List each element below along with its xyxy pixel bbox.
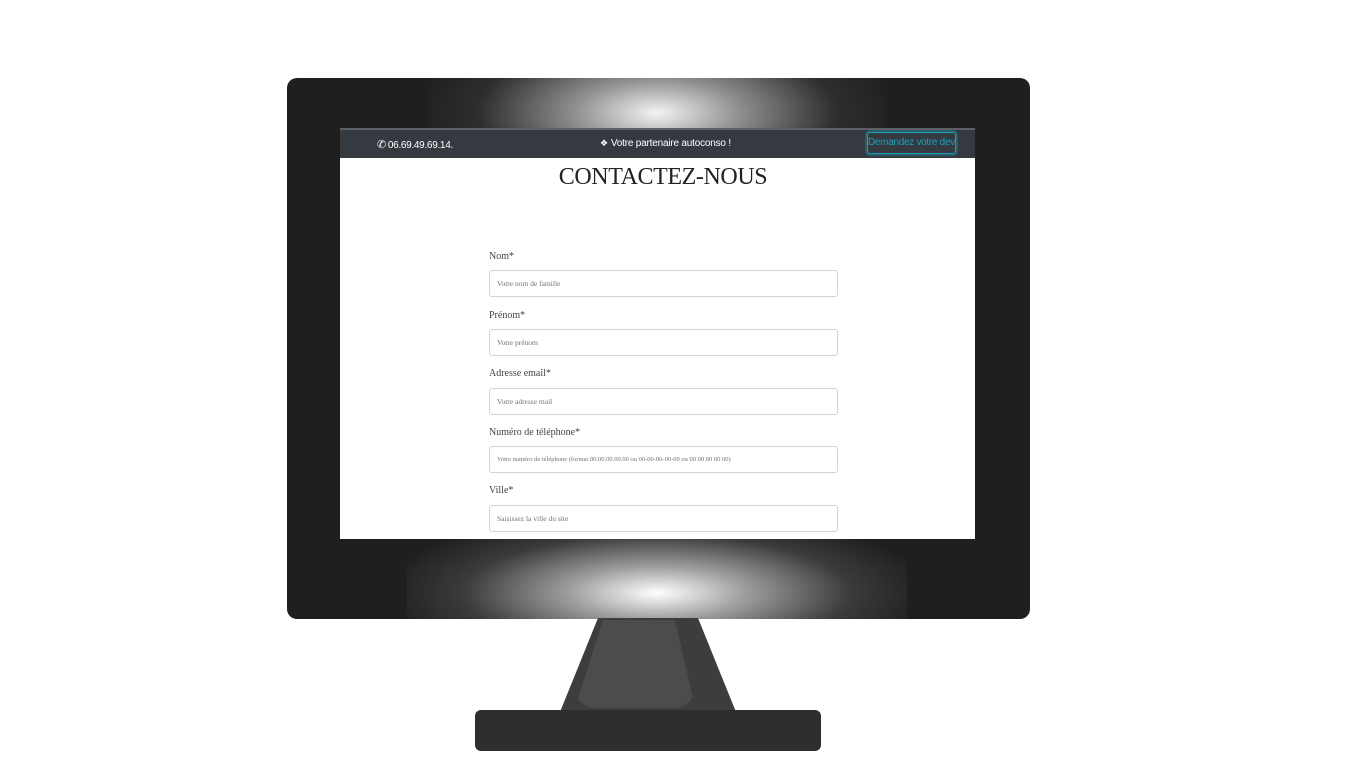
email-label: Adresse email* [489,368,551,379]
ville-input[interactable] [489,505,838,532]
monitor-stand-base [475,710,821,751]
partner-text: Votre partenaire autoconso ! [610,138,731,149]
nom-label: Nom* [489,251,514,262]
telephone-label: Numéro de téléphone* [489,427,581,438]
nom-input[interactable] [489,270,838,297]
phone-number: 06.69.49.69.14. [387,140,453,151]
screen: ✆ 06.69.49.69.14. ❖ Votre partenaire autoc… [340,128,975,539]
handshake-icon: ❖ [600,138,608,148]
phone-contact[interactable]: ✆ 06.69.49.69.14. [377,138,453,151]
phone-icon: ✆ [377,139,386,151]
request-quote-button[interactable]: Demandez votre devis [867,132,956,154]
top-bar: ✆ 06.69.49.69.14. ❖ Votre partenaire autoc… [340,128,975,158]
prenom-input[interactable] [489,329,838,356]
email-input[interactable] [489,388,838,415]
prenom-label: Prénom* [489,310,526,321]
partner-tagline: ❖ Votre partenaire autoconso ! [600,138,731,149]
ville-label: Ville* [489,485,514,496]
page-title: CONTACTEZ-NOUS [558,164,768,190]
telephone-input[interactable] [489,446,838,473]
